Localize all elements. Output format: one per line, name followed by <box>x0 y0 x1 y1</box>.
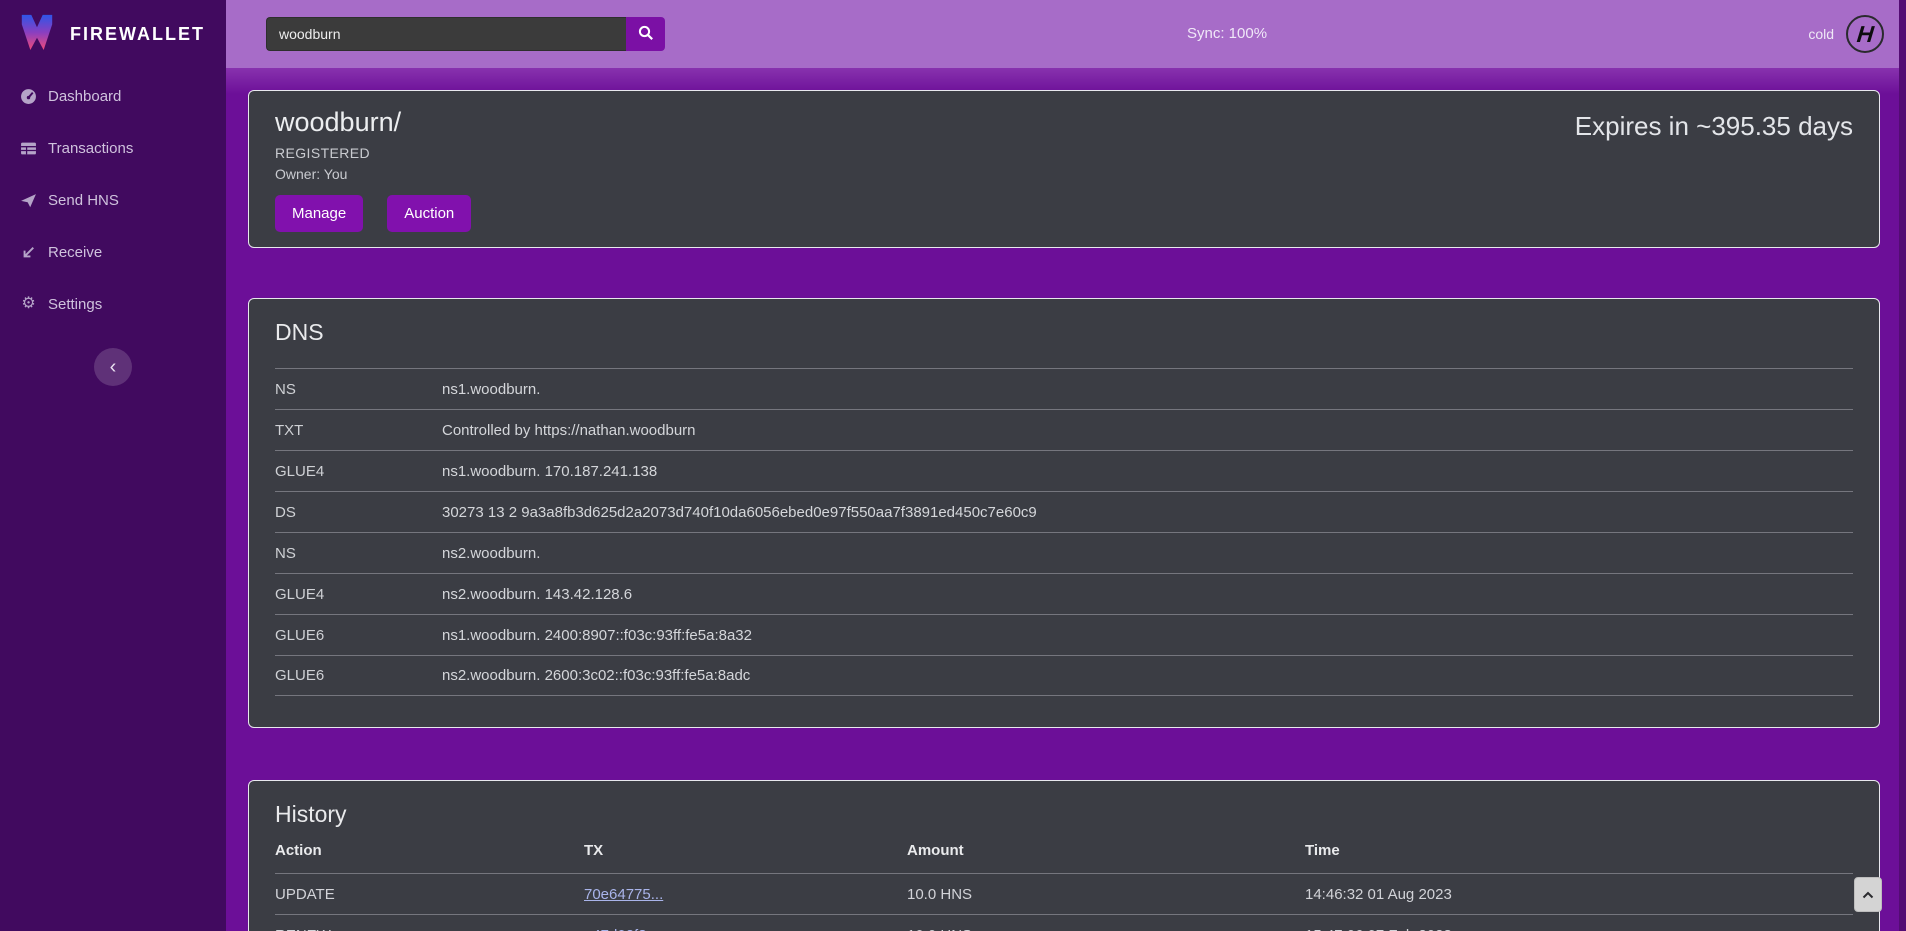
send-icon <box>20 192 37 209</box>
domain-card: woodburn/ REGISTERED Owner: You Manage A… <box>248 90 1880 248</box>
history-row: RENEW a47d02f3... 10.0 HNS 15:47:06 07 F… <box>275 915 1853 931</box>
history-col-time: Time <box>1305 842 1853 859</box>
dns-record-type: NS <box>275 545 442 562</box>
dns-record-row: DS 30273 13 2 9a3a8fb3d625d2a2073d740f10… <box>275 491 1853 532</box>
dns-record-type: GLUE6 <box>275 667 442 684</box>
dns-card: DNS NS ns1.woodburn. TXT Controlled by h… <box>248 298 1880 728</box>
history-title: History <box>275 781 1853 828</box>
sidebar-item-receive[interactable]: Receive <box>0 226 226 278</box>
history-card: History Action TX Amount Time UPDATE 70e… <box>248 780 1880 931</box>
search-icon <box>638 25 654 44</box>
firewallet-logo-icon <box>18 12 56 57</box>
sidebar-item-label: Settings <box>48 296 102 313</box>
sidebar-item-dashboard[interactable]: Dashboard <box>0 70 226 122</box>
topbar: Sync: 100% cold H <box>226 0 1906 68</box>
history-row: UPDATE 70e64775... 10.0 HNS 14:46:32 01 … <box>275 874 1853 915</box>
dns-record-type: GLUE6 <box>275 627 442 644</box>
search-button[interactable] <box>626 17 665 51</box>
dns-record-row: GLUE6 ns2.woodburn. 2600:3c02::f03c:93ff… <box>275 655 1853 696</box>
dns-record-row: GLUE4 ns1.woodburn. 170.187.241.138 <box>275 450 1853 491</box>
history-action: UPDATE <box>275 886 584 903</box>
domain-status: REGISTERED <box>275 145 1853 161</box>
dns-record-row: NS ns2.woodburn. <box>275 532 1853 573</box>
history-col-amount: Amount <box>907 842 1305 859</box>
sidebar-item-settings[interactable]: ⚙ Settings <box>0 278 226 330</box>
handshake-logo-icon[interactable]: H <box>1846 15 1884 53</box>
auction-button[interactable]: Auction <box>387 195 471 232</box>
brand-header: FIREWALLET <box>0 0 226 68</box>
dns-record-value: 30273 13 2 9a3a8fb3d625d2a2073d740f10da6… <box>442 504 1037 521</box>
dns-record-row: TXT Controlled by https://nathan.woodbur… <box>275 409 1853 450</box>
wallet-switcher: cold H <box>1808 0 1884 68</box>
history-time: 14:46:32 01 Aug 2023 <box>1305 886 1853 903</box>
sidebar-item-label: Dashboard <box>48 88 121 105</box>
page-scrollbar[interactable] <box>1899 0 1906 931</box>
wallet-name: cold <box>1808 26 1834 42</box>
search-input[interactable] <box>266 17 626 51</box>
chevron-up-icon <box>1862 887 1874 902</box>
tx-link[interactable]: a47d02f3... <box>584 927 659 931</box>
dns-record-row: GLUE6 ns1.woodburn. 2400:8907::f03c:93ff… <box>275 614 1853 655</box>
domain-owner: Owner: You <box>275 166 1853 182</box>
dns-record-value: ns1.woodburn. 2400:8907::f03c:93ff:fe5a:… <box>442 627 752 644</box>
sidebar-item-label: Transactions <box>48 140 133 157</box>
dns-record-value: ns2.woodburn. 2600:3c02::f03c:93ff:fe5a:… <box>442 667 750 684</box>
dns-record-value: ns1.woodburn. 170.187.241.138 <box>442 463 657 480</box>
sidebar-item-label: Send HNS <box>48 192 119 209</box>
scroll-to-top-button[interactable] <box>1854 877 1882 912</box>
dns-record-value: ns2.woodburn. 143.42.128.6 <box>442 586 632 603</box>
dns-record-value: ns1.woodburn. <box>442 381 540 398</box>
receive-arrow-icon <box>20 244 37 261</box>
history-action: RENEW <box>275 927 584 931</box>
sidebar: FIREWALLET Dashboard Transactions <box>0 0 226 931</box>
dns-record-type: NS <box>275 381 442 398</box>
sync-status: Sync: 100% <box>1187 25 1267 42</box>
tx-link[interactable]: 70e64775... <box>584 886 663 903</box>
sidebar-item-label: Receive <box>48 244 102 261</box>
expires-label: Expires in ~395.35 days <box>1575 111 1853 142</box>
dns-record-type: GLUE4 <box>275 463 442 480</box>
dns-record-row: GLUE4 ns2.woodburn. 143.42.128.6 <box>275 573 1853 614</box>
gauge-icon <box>20 88 37 105</box>
dns-record-value: ns2.woodburn. <box>442 545 540 562</box>
history-col-action: Action <box>275 842 584 859</box>
sidebar-item-transactions[interactable]: Transactions <box>0 122 226 174</box>
dns-table: NS ns1.woodburn. TXT Controlled by https… <box>275 368 1853 696</box>
dns-record-type: DS <box>275 504 442 521</box>
chevron-left-icon: ‹ <box>110 356 117 379</box>
dns-record-type: GLUE4 <box>275 586 442 603</box>
history-amount: 10.0 HNS <box>907 927 1305 931</box>
history-time: 15:47:06 07 Feb 2023 <box>1305 927 1853 931</box>
sidebar-nav: Dashboard Transactions Send HNS <box>0 68 226 330</box>
brand-name: FIREWALLET <box>70 24 205 45</box>
table-icon <box>20 140 37 157</box>
history-amount: 10.0 HNS <box>907 886 1305 903</box>
dns-record-value: Controlled by https://nathan.woodburn <box>442 422 696 439</box>
sidebar-collapse-button[interactable]: ‹ <box>94 348 132 386</box>
history-header-row: Action TX Amount Time <box>275 828 1853 874</box>
dns-record-type: TXT <box>275 422 442 439</box>
manage-button[interactable]: Manage <box>275 195 363 232</box>
history-col-tx: TX <box>584 842 907 859</box>
main-content: woodburn/ REGISTERED Owner: You Manage A… <box>226 68 1906 931</box>
gear-icon: ⚙ <box>20 296 37 313</box>
sidebar-item-send-hns[interactable]: Send HNS <box>0 174 226 226</box>
dns-title: DNS <box>275 299 1853 346</box>
dns-record-row: NS ns1.woodburn. <box>275 368 1853 409</box>
search-group <box>266 17 665 51</box>
